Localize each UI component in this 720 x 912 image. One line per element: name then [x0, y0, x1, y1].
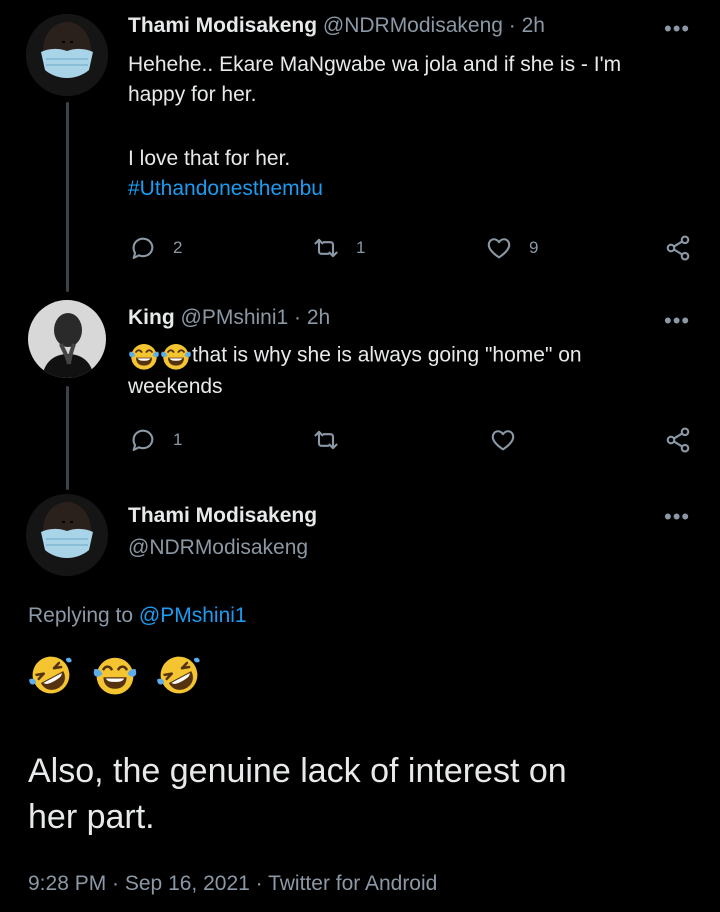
reply-button[interactable]: 1 [129, 426, 182, 454]
tweet-text-line: weekends [128, 375, 223, 398]
reply-count: 2 [173, 238, 183, 257]
reply-button[interactable]: 2 [129, 234, 182, 262]
replying-to-label: Replying to [28, 604, 134, 627]
main-tweet-text: Also, the genuine lack of interest on he… [28, 748, 567, 840]
like-button[interactable]: 9 [485, 234, 538, 262]
tweet-text-line: her part. [28, 798, 155, 836]
more-options-icon[interactable]: ••• [664, 310, 690, 332]
reply-icon [129, 234, 157, 262]
author-handle[interactable]: @PMshini1 [181, 306, 289, 329]
like-count: 9 [529, 238, 539, 257]
tweet-text-line: I love that for her. [128, 147, 291, 170]
rolling-on-floor-laughing-emoji [28, 652, 74, 698]
thread-line [66, 386, 69, 490]
tweet-text: Hehehe.. Ekare MaNgwabe wa jola and if s… [128, 50, 621, 204]
tweet-timestamp[interactable]: 9:28 PM · Sep 16, 2021 · Twitter for And… [28, 872, 437, 896]
more-options-icon[interactable]: ••• [664, 506, 690, 528]
replying-to-handle[interactable]: @PMshini1 [139, 604, 247, 627]
masked-face-avatar-image [26, 494, 108, 576]
retweet-button[interactable] [312, 426, 340, 454]
author-name[interactable]: King [128, 306, 175, 329]
tweet-text-line: Also, the genuine lack of interest on [28, 752, 567, 790]
thread-line [66, 102, 69, 292]
tweet-text-line: happy for her. [128, 83, 257, 106]
tweet-text-line: that is why she is always going "home" o… [192, 343, 582, 367]
share-icon [664, 234, 692, 262]
tears-of-joy-emoji [128, 340, 160, 372]
tweet-time[interactable]: · 2h [294, 306, 330, 329]
avatar-thami[interactable] [26, 494, 108, 576]
like-button[interactable] [489, 426, 517, 454]
tweet-header: Thami Modisakeng @NDRModisakeng · 2h [128, 14, 545, 38]
author-name[interactable]: Thami Modisakeng [128, 504, 317, 528]
emoji-row [28, 652, 202, 698]
retweet-icon [312, 234, 340, 262]
heart-icon [485, 234, 513, 262]
avatar-thami[interactable] [26, 14, 108, 96]
hashtag-link[interactable]: #Uthandonesthembu [128, 174, 621, 204]
rolling-on-floor-laughing-emoji [156, 652, 202, 698]
share-button[interactable] [664, 426, 692, 454]
tears-of-joy-emoji [160, 340, 192, 372]
reply-count: 1 [173, 430, 183, 449]
share-icon [664, 426, 692, 454]
tweet-text-line: Hehehe.. Ekare MaNgwabe wa jola and if s… [128, 53, 622, 76]
reply-icon [129, 426, 157, 454]
heart-icon [489, 426, 517, 454]
retweet-button[interactable]: 1 [312, 234, 365, 262]
tweet-header: King @PMshini1 · 2h [128, 306, 330, 330]
tweet-text: that is why she is always going "home" o… [128, 340, 582, 402]
more-options-icon[interactable]: ••• [664, 18, 690, 40]
masked-face-avatar-image [26, 14, 108, 96]
retweet-icon [312, 426, 340, 454]
author-handle[interactable]: @NDRModisakeng [128, 536, 308, 560]
replying-to: Replying to @PMshini1 [28, 604, 247, 628]
tweet-time[interactable]: · 2h [509, 14, 545, 37]
share-button[interactable] [664, 234, 692, 262]
avatar-king[interactable] [28, 300, 106, 378]
author-handle[interactable]: @NDRModisakeng [323, 14, 503, 37]
portrait-avatar-image [28, 300, 106, 378]
tears-of-joy-emoji [92, 652, 138, 698]
retweet-count: 1 [356, 238, 366, 257]
author-name[interactable]: Thami Modisakeng [128, 14, 317, 37]
